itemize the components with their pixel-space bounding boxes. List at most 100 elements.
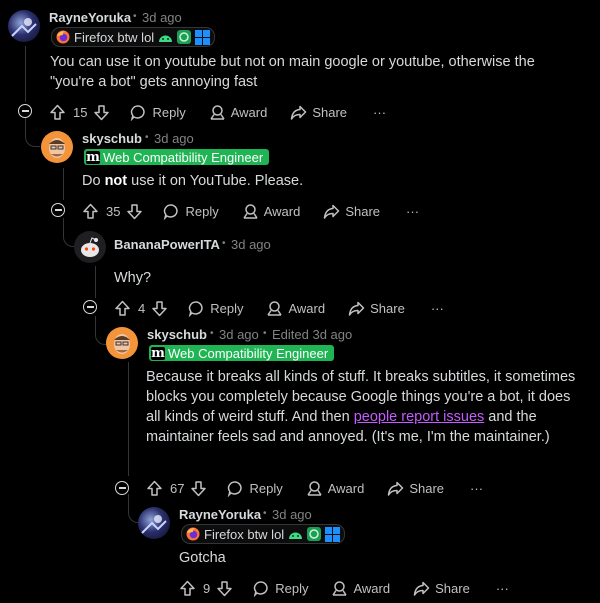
upvote-icon[interactable] bbox=[114, 300, 131, 317]
username[interactable]: RayneYoruka bbox=[179, 507, 261, 522]
downvote-icon[interactable] bbox=[216, 580, 233, 597]
share-icon bbox=[348, 300, 365, 317]
comment-text: Because it breaks all kinds of stuff. It… bbox=[146, 369, 576, 445]
share-button[interactable]: Share bbox=[323, 203, 380, 220]
timestamp[interactable]: 3d ago bbox=[142, 10, 182, 25]
thread-line bbox=[25, 46, 26, 102]
downvote-icon[interactable] bbox=[126, 203, 143, 220]
more-options-button[interactable]: ··· bbox=[431, 301, 444, 316]
windows-icon bbox=[325, 526, 341, 542]
share-button[interactable]: Share bbox=[348, 300, 405, 317]
award-button[interactable]: Award bbox=[242, 203, 300, 220]
avatar[interactable] bbox=[138, 507, 170, 539]
flair-text: Firefox btw lol bbox=[74, 29, 155, 45]
award-icon bbox=[306, 480, 323, 497]
comment-text: Why? bbox=[114, 270, 152, 286]
collapse-button[interactable] bbox=[18, 104, 32, 118]
share-icon bbox=[387, 480, 404, 497]
reply-icon bbox=[227, 480, 244, 497]
people-report-issues-link[interactable]: people report issues bbox=[354, 409, 485, 425]
comment-text: Do not use it on YouTube. Please. bbox=[82, 173, 304, 189]
downvote-icon[interactable] bbox=[190, 480, 207, 497]
separator: • bbox=[263, 328, 267, 339]
reply-button[interactable]: Reply bbox=[227, 480, 283, 497]
mozilla-icon: m bbox=[151, 345, 165, 361]
more-options-button[interactable]: ··· bbox=[373, 105, 386, 120]
reply-icon bbox=[130, 104, 147, 121]
thread-line bbox=[95, 266, 96, 298]
award-icon bbox=[331, 580, 348, 597]
app-icon bbox=[177, 30, 192, 44]
upvote-icon[interactable] bbox=[49, 104, 66, 121]
comment-actions: 35 Reply Award Share ··· bbox=[82, 201, 419, 221]
username[interactable]: skyschub bbox=[147, 327, 207, 342]
vote-count: 9 bbox=[203, 580, 211, 596]
app-icon bbox=[307, 527, 322, 541]
separator: • bbox=[222, 238, 226, 249]
upvote-icon[interactable] bbox=[179, 580, 196, 597]
vote-count: 15 bbox=[73, 104, 88, 120]
vote-count: 67 bbox=[170, 480, 185, 496]
award-button[interactable]: Award bbox=[266, 300, 325, 317]
timestamp[interactable]: 3d ago bbox=[219, 327, 259, 342]
flair-text: Web Compatibility Engineer bbox=[103, 149, 264, 165]
more-options-button[interactable]: ··· bbox=[406, 204, 419, 219]
avatar[interactable] bbox=[106, 327, 138, 359]
thread-line bbox=[63, 168, 64, 200]
share-button[interactable]: Share bbox=[290, 104, 347, 121]
android-icon bbox=[288, 529, 303, 540]
comment-actions: 9 Reply Award Share ··· bbox=[179, 578, 509, 598]
comment-actions: 15 Reply Award Share ··· bbox=[49, 102, 386, 122]
mozilla-icon: m bbox=[86, 149, 100, 165]
share-icon bbox=[323, 203, 340, 220]
separator: • bbox=[263, 508, 267, 519]
reply-icon bbox=[163, 203, 180, 220]
timestamp[interactable]: 3d ago bbox=[154, 131, 194, 146]
collapse-button[interactable] bbox=[115, 481, 129, 495]
collapse-button[interactable] bbox=[83, 300, 97, 314]
reply-icon bbox=[188, 300, 205, 317]
vote-count: 35 bbox=[106, 203, 121, 219]
username[interactable]: skyschub bbox=[82, 131, 142, 146]
comment-actions: 67 Reply Award Share ··· bbox=[146, 478, 483, 498]
more-options-button[interactable]: ··· bbox=[470, 481, 483, 496]
upvote-icon[interactable] bbox=[82, 203, 99, 220]
collapse-button[interactable] bbox=[51, 203, 65, 217]
android-icon bbox=[158, 32, 173, 43]
comment-actions: 4 Reply Award Share ··· bbox=[114, 298, 444, 318]
downvote-icon[interactable] bbox=[93, 104, 110, 121]
separator: • bbox=[145, 132, 149, 143]
user-flair: m Web Compatibility Engineer bbox=[149, 345, 335, 361]
comment-text: You can use it on youtube but not on mai… bbox=[50, 54, 535, 90]
firefox-icon bbox=[186, 527, 200, 541]
timestamp[interactable]: 3d ago bbox=[272, 507, 312, 522]
avatar[interactable] bbox=[8, 10, 40, 42]
upvote-icon[interactable] bbox=[146, 480, 163, 497]
award-button[interactable]: Award bbox=[306, 480, 364, 497]
downvote-icon[interactable] bbox=[151, 300, 168, 317]
edited-label: Edited 3d ago bbox=[272, 327, 353, 342]
share-icon bbox=[413, 580, 430, 597]
avatar[interactable] bbox=[74, 231, 106, 263]
user-flair: Firefox btw lol bbox=[181, 524, 346, 544]
share-icon bbox=[290, 104, 307, 121]
reply-button[interactable]: Reply bbox=[188, 300, 243, 317]
user-flair: Firefox btw lol bbox=[51, 27, 216, 47]
username[interactable]: BananaPowerITA bbox=[114, 237, 220, 252]
comment-text: Gotcha bbox=[179, 550, 226, 566]
timestamp[interactable]: 3d ago bbox=[231, 237, 271, 252]
separator: • bbox=[133, 11, 137, 22]
award-button[interactable]: Award bbox=[331, 580, 390, 597]
firefox-icon bbox=[56, 30, 70, 44]
reply-button[interactable]: Reply bbox=[253, 580, 308, 597]
reply-button[interactable]: Reply bbox=[163, 203, 219, 220]
username[interactable]: RayneYoruka bbox=[49, 10, 131, 25]
reply-button[interactable]: Reply bbox=[130, 104, 186, 121]
award-icon bbox=[242, 203, 259, 220]
share-button[interactable]: Share bbox=[413, 580, 470, 597]
share-button[interactable]: Share bbox=[387, 480, 444, 497]
avatar[interactable] bbox=[41, 131, 73, 163]
award-button[interactable]: Award bbox=[209, 104, 267, 121]
separator: • bbox=[210, 328, 214, 339]
more-options-button[interactable]: ··· bbox=[496, 581, 509, 596]
